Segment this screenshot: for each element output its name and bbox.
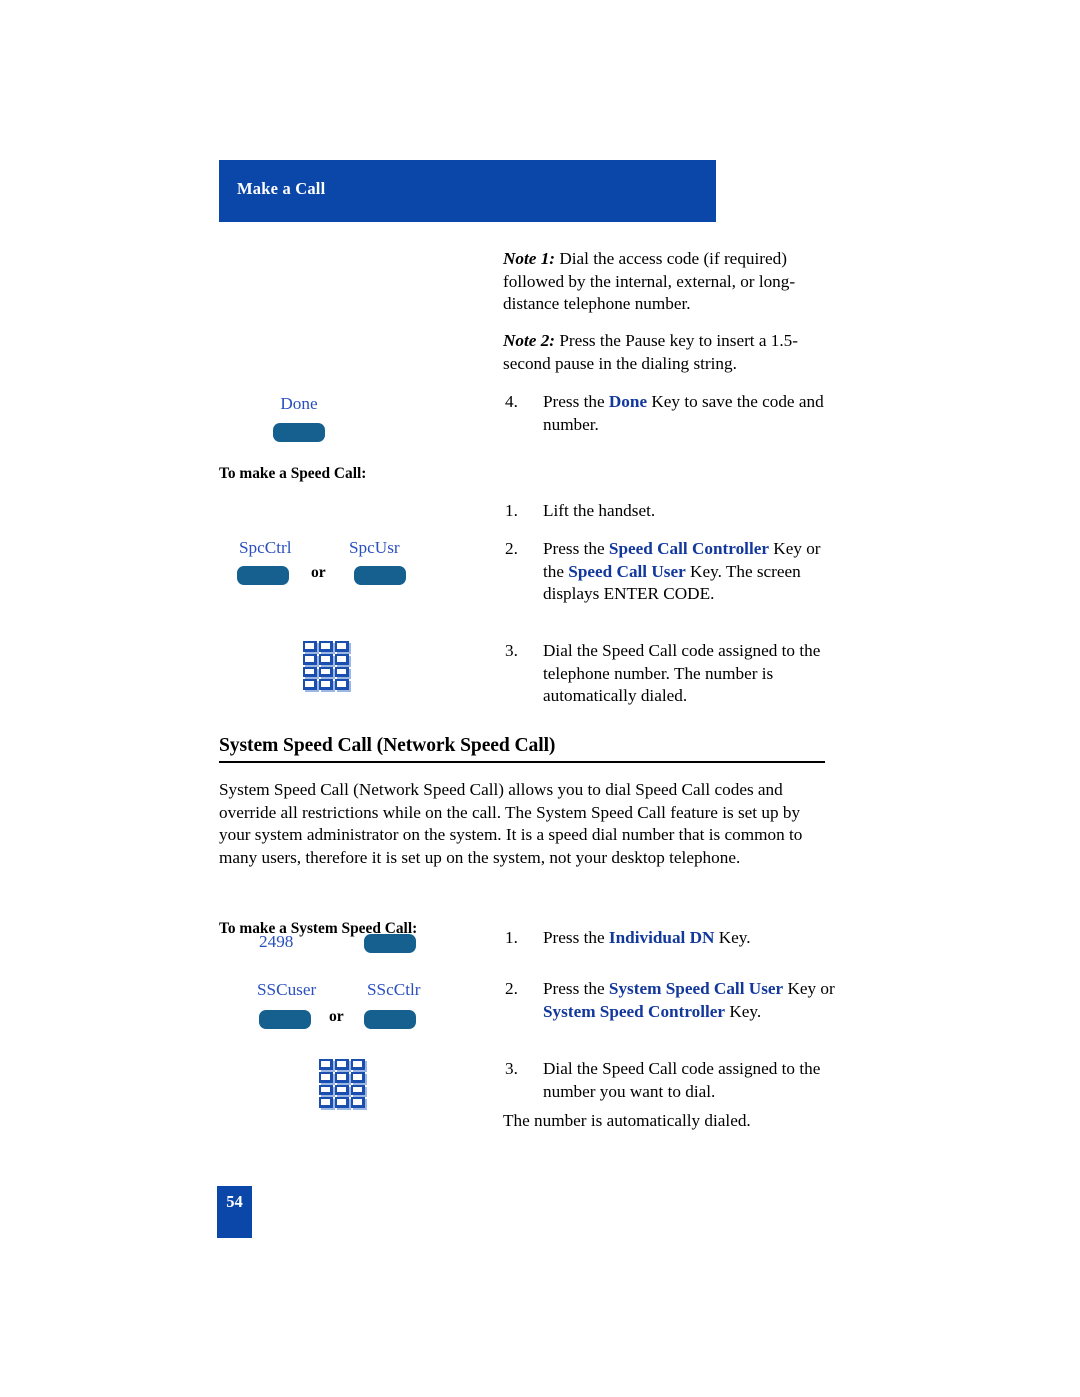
system-speed-call-step-2: 2. Press the System Speed Call User Key …: [503, 978, 843, 1023]
keypad-key: [303, 679, 317, 690]
keypad-key: [319, 653, 333, 665]
system-speed-call-step-1: 1. Press the Individual DN Key.: [503, 927, 843, 950]
keypad-key: [335, 653, 349, 665]
keypad-key: [319, 679, 333, 690]
section-heading-system-speed-call: System Speed Call (Network Speed Call): [219, 735, 825, 763]
system-speed-call-step-3: 3. Dial the Speed Call code assigned to …: [503, 1058, 843, 1103]
system-speed-call-keys-group: SSCuser SScCtlr or: [219, 980, 539, 1034]
step-text: Lift the handset.: [543, 501, 656, 520]
speed-call-keypad-group: [219, 641, 519, 690]
keypad-key: [319, 1084, 333, 1096]
keypad-key: [319, 1071, 333, 1083]
keypad-key: [351, 1097, 365, 1108]
spc-usr-softkey-button[interactable]: [354, 566, 406, 585]
done-key-label: Done: [280, 394, 318, 413]
to-make-speed-call-label: To make a Speed Call:: [219, 465, 367, 482]
step-4-number: 4.: [505, 392, 518, 411]
keypad-key: [335, 666, 349, 678]
keypad-key: [335, 641, 349, 652]
page-number-text: 54: [226, 1192, 243, 1211]
step-keyword: Speed Call User: [568, 561, 686, 581]
ssc-user-softkey-button[interactable]: [259, 1010, 311, 1029]
keypad-key: [303, 641, 317, 652]
individual-dn-line-key-button[interactable]: [364, 934, 416, 953]
step-4-pre: Press the: [543, 392, 609, 411]
keypad-key: [335, 1059, 349, 1070]
note-1-label: Note 1:: [503, 249, 556, 268]
system-speed-call-closing: The number is automatically dialed.: [503, 1111, 751, 1130]
spc-ctrl-key-label: SpcCtrl: [239, 538, 292, 557]
keypad-key: [319, 666, 333, 678]
speed-call-or-separator: or: [311, 564, 326, 581]
individual-dn-label: 2498: [259, 932, 294, 951]
keypad-key: [319, 1097, 333, 1108]
system-speed-call-keypad-group: [219, 1059, 539, 1108]
keypad-key: [319, 1059, 333, 1070]
speed-call-step-1: 1. Lift the handset.: [503, 500, 843, 523]
ssc-user-key-label: SSCuser: [257, 980, 317, 999]
step-keyword: System Speed Call User: [608, 979, 784, 998]
step-4: 4. Press the Done Key to save the code a…: [503, 391, 843, 436]
step-number: 1.: [505, 501, 518, 520]
dial-keypad-icon: [319, 1059, 365, 1108]
system-speed-call-or-separator: or: [329, 1008, 344, 1025]
step-number: 3.: [505, 641, 518, 660]
keypad-key: [335, 1097, 349, 1108]
step-text: Key.: [725, 1001, 762, 1021]
system-speed-call-paragraph: System Speed Call (Network Speed Call) a…: [219, 780, 803, 867]
speed-call-step-2: 2. Press the Speed Call Controller Key o…: [503, 538, 843, 606]
done-softkey-button[interactable]: [273, 422, 325, 442]
step-text: Press the: [543, 928, 609, 947]
keypad-key: [303, 666, 317, 678]
done-key-group: Done: [219, 394, 504, 442]
step-4-keyword: Done: [608, 392, 648, 411]
keypad-key: [319, 641, 333, 652]
speed-call-keys-group: SpcCtrl SpcUsr or: [219, 538, 519, 590]
step-number: 2.: [505, 539, 518, 558]
keypad-key: [351, 1059, 365, 1070]
dial-keypad-icon: [303, 641, 349, 690]
step-number: 1.: [505, 928, 518, 947]
keypad-key: [335, 1084, 349, 1096]
step-text: Dial the Speed Call code assigned to the…: [543, 1059, 821, 1101]
step-keyword: Speed Call Controller: [608, 539, 769, 558]
step-keyword: System Speed Controller: [543, 1001, 726, 1021]
spc-ctrl-softkey-button[interactable]: [237, 566, 289, 585]
note-2-label: Note 2:: [503, 331, 556, 350]
step-text: Dial the Speed Call code assigned to the…: [543, 641, 821, 706]
speed-call-step-3: 3. Dial the Speed Call code assigned to …: [503, 640, 843, 708]
step-number: 3.: [505, 1059, 518, 1078]
keypad-key: [335, 679, 349, 690]
individual-dn-key-group: 2498: [219, 932, 519, 966]
step-keyword: Individual DN: [608, 928, 715, 947]
step-number: 2.: [505, 979, 518, 998]
section-heading-text: System Speed Call (Network Speed Call): [219, 735, 556, 756]
step-text: Key or: [783, 979, 835, 998]
running-header-bar: Make a Call: [219, 160, 716, 222]
keypad-key: [351, 1071, 365, 1083]
step-text: Press the: [543, 979, 609, 998]
spc-usr-key-label: SpcUsr: [349, 538, 400, 557]
keypad-key: [303, 653, 317, 665]
ssc-ctlr-key-label: SScCtlr: [367, 980, 421, 999]
keypad-key: [335, 1071, 349, 1083]
ssc-ctlr-softkey-button[interactable]: [364, 1010, 416, 1029]
note-1: Note 1: Dial the access code (if require…: [503, 248, 843, 316]
page-title: Make a Call: [237, 179, 326, 198]
page-number-badge: 54: [217, 1186, 252, 1238]
section-heading-rule: [219, 761, 825, 763]
note-2: Note 2: Press the Pause key to insert a …: [503, 330, 843, 375]
document-page: Make a Call Note 1: Dial the access code…: [0, 0, 1080, 1397]
keypad-key: [351, 1084, 365, 1096]
step-text: Press the: [543, 539, 609, 558]
step-text: Key.: [714, 928, 751, 947]
